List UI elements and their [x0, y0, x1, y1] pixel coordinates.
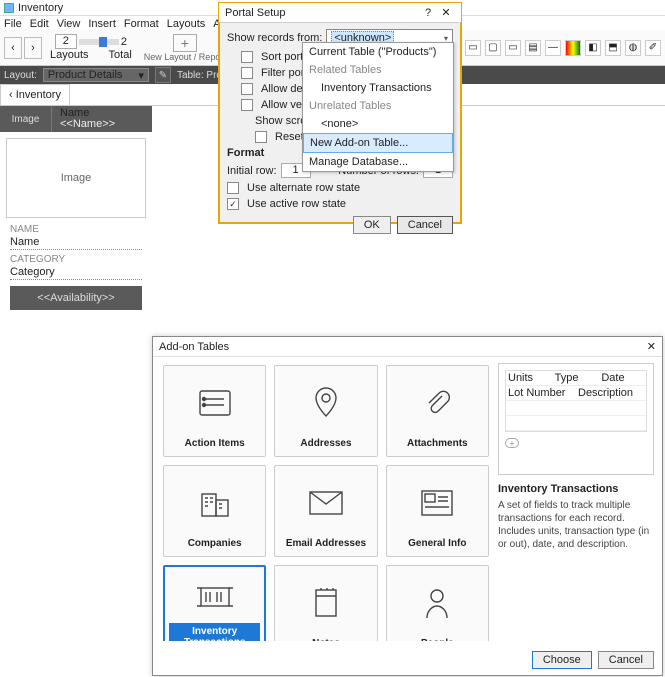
record-slider[interactable]	[79, 39, 119, 45]
prev-record-button[interactable]: ‹	[4, 37, 22, 59]
addon-tables-dialog: Add-on Tables ✕ Action ItemsAddressesAtt…	[152, 336, 663, 676]
record-number-input[interactable]: 2	[55, 34, 77, 49]
menu-item[interactable]: Manage Database...	[303, 153, 453, 171]
tool-icon[interactable]: ▭	[505, 40, 521, 56]
tool-icon[interactable]: ⬒	[605, 40, 621, 56]
choose-button[interactable]: Choose	[532, 651, 592, 669]
tile-icon	[195, 571, 235, 623]
tile-inventory-transactions[interactable]: Inventory Transactions	[163, 565, 266, 641]
show-records-menu: Current Table ("Products") Related Table…	[302, 42, 454, 172]
menu-item[interactable]: Current Table ("Products")	[303, 43, 453, 61]
menu-view[interactable]: View	[57, 18, 81, 28]
chart-tool-icon[interactable]	[565, 40, 581, 56]
close-icon[interactable]: ✕	[647, 340, 656, 353]
app-title: Inventory	[18, 2, 63, 14]
tile-addresses[interactable]: Addresses	[274, 365, 377, 457]
tile-icon	[198, 470, 232, 535]
checkbox[interactable]	[227, 198, 239, 210]
tool-icon[interactable]: ◍	[625, 40, 641, 56]
tile-icon	[420, 470, 454, 535]
tile-notes[interactable]: Notes	[274, 565, 377, 641]
menu-item[interactable]: Inventory Transactions	[303, 79, 453, 97]
card-header: Image Name<<Name>>	[0, 106, 152, 132]
menu-layouts[interactable]: Layouts	[167, 18, 206, 28]
tool-icon[interactable]: —	[545, 40, 561, 56]
tile-action-items[interactable]: Action Items	[163, 365, 266, 457]
menu-format[interactable]: Format	[124, 18, 159, 28]
tile-people[interactable]: People	[386, 565, 489, 641]
tool-icon[interactable]: ▭	[465, 40, 481, 56]
back-button[interactable]: ‹ Inventory	[0, 84, 70, 106]
tile-icon	[422, 370, 452, 435]
cancel-button[interactable]: Cancel	[598, 651, 654, 669]
preview-title: Inventory Transactions	[498, 483, 654, 495]
tile-email-addresses[interactable]: Email Addresses	[274, 465, 377, 557]
tile-icon	[308, 470, 344, 535]
dialog-title: Add-on Tables	[159, 341, 229, 353]
menu-item-new-addon[interactable]: New Add-on Table...	[303, 133, 453, 153]
tile-attachments[interactable]: Attachments	[386, 365, 489, 457]
preview-pane: UnitsTypeDate Lot NumberDescription + In…	[498, 363, 654, 551]
format-painter-icon[interactable]: ✐	[645, 40, 661, 56]
dialog-title: Portal Setup	[225, 7, 419, 19]
checkbox[interactable]	[241, 99, 253, 111]
menu-group: Related Tables	[303, 61, 453, 79]
tile-icon	[312, 570, 340, 635]
record-count: 2	[121, 36, 127, 48]
tile-icon	[198, 370, 232, 435]
tile-general-info[interactable]: General Info	[386, 465, 489, 557]
app-icon	[4, 3, 14, 13]
image-tab[interactable]: Image	[0, 106, 52, 132]
addon-grid: Action ItemsAddressesAttachments Companie…	[159, 361, 493, 641]
new-layout-button[interactable]: +	[173, 34, 197, 52]
menu-group: Unrelated Tables	[303, 97, 453, 115]
tool-icon[interactable]: ▤	[525, 40, 541, 56]
layout-dropdown[interactable]: Product Details▾	[43, 68, 149, 82]
pencil-icon[interactable]: ✎	[155, 67, 171, 83]
cancel-button[interactable]: Cancel	[397, 216, 453, 234]
menu-insert[interactable]: Insert	[88, 18, 116, 28]
next-record-button[interactable]: ›	[24, 37, 42, 59]
menu-item[interactable]: <none>	[303, 115, 453, 133]
tool-icon[interactable]: ◧	[585, 40, 601, 56]
initial-row-label: Initial row:	[227, 165, 277, 177]
checkbox[interactable]	[241, 51, 253, 63]
ok-button[interactable]: OK	[353, 216, 391, 234]
tile-companies[interactable]: Companies	[163, 465, 266, 557]
availability-field: <<Availability>>	[10, 286, 142, 310]
image-placeholder[interactable]: Image	[6, 138, 146, 218]
titlebar: Portal Setup ? ✕	[219, 3, 461, 23]
add-row-icon[interactable]: +	[505, 438, 519, 448]
menu-file[interactable]: File	[4, 18, 22, 28]
checkbox[interactable]	[241, 67, 253, 79]
tile-icon	[311, 370, 341, 435]
checkbox[interactable]	[255, 131, 267, 143]
menu-edit[interactable]: Edit	[30, 18, 49, 28]
name-field[interactable]: Name	[10, 235, 142, 250]
checkbox[interactable]	[227, 182, 239, 194]
help-icon[interactable]: ?	[419, 7, 437, 19]
tool-icon[interactable]: ▢	[485, 40, 501, 56]
checkbox[interactable]	[241, 83, 253, 95]
preview-description: A set of fields to track multiple transa…	[498, 499, 654, 551]
close-icon[interactable]: ✕	[437, 6, 455, 19]
tile-icon	[423, 570, 451, 635]
category-field[interactable]: Category	[10, 265, 142, 280]
